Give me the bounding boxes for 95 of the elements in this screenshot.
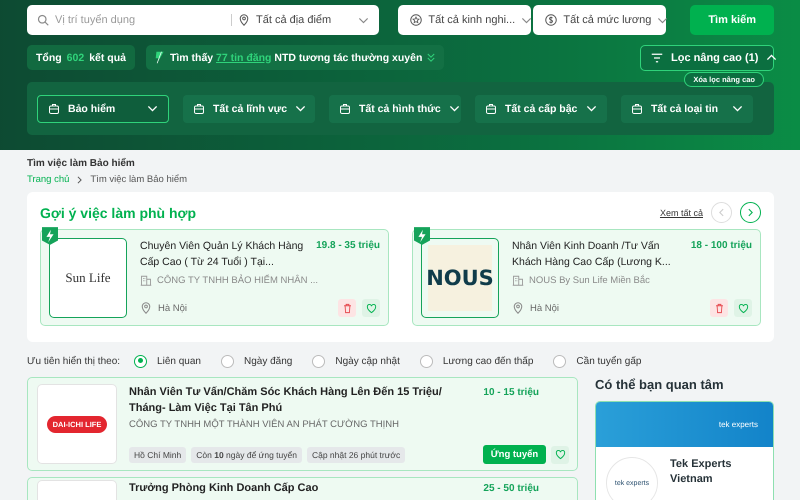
company-name: NOUS By Sun Life Miền Bắc bbox=[529, 274, 650, 286]
category-icon bbox=[193, 102, 205, 114]
sort-option[interactable]: Cần tuyển gấp bbox=[553, 354, 642, 368]
job-card[interactable] bbox=[27, 377, 578, 471]
category-icon bbox=[485, 102, 497, 114]
radio-button[interactable] bbox=[134, 354, 148, 368]
trash-icon bbox=[342, 302, 352, 314]
favorite-button[interactable] bbox=[734, 299, 752, 317]
radio-button[interactable] bbox=[220, 354, 234, 368]
heart-icon bbox=[554, 449, 566, 460]
company-logo: Sun Life bbox=[49, 238, 127, 318]
company-name: CÔNG TY TNHH BẢO HIỂM NHÂN ... bbox=[157, 274, 318, 286]
category-icon bbox=[631, 102, 643, 114]
job-title[interactable]: Nhân Viên Tư Vấn/Chăm Sóc Khách Hàng Lên Đến 15 Triệu/ Tháng- Làm Việc Tại Tân Phú bbox=[129, 384, 464, 416]
chevron-up-icon bbox=[766, 54, 778, 61]
chevron-down-icon bbox=[586, 105, 597, 112]
logo-text: tek experts bbox=[718, 420, 758, 429]
sort-option[interactable]: Lương cao đến thấp bbox=[420, 354, 534, 368]
location: Hà Nội bbox=[158, 302, 188, 314]
lightning-icon bbox=[154, 50, 165, 65]
job-card[interactable]: Trưởng Phòng Kinh Doanh Cấp Cao 25 - 50 triệu bbox=[27, 477, 578, 500]
previous-button[interactable] bbox=[711, 202, 732, 223]
salary: 25 - 50 triệu bbox=[483, 483, 540, 496]
salary-dropdown[interactable]: Tất cả mức lương bbox=[533, 5, 666, 35]
salary: 18 - 100 triệu bbox=[690, 240, 752, 253]
chevron-down-icon bbox=[657, 16, 668, 24]
advanced-filter-button[interactable]: Lọc nâng cao (1) bbox=[640, 44, 774, 70]
company-name[interactable]: Tek Experts Vietnam bbox=[670, 457, 750, 500]
filter-dropdown[interactable]: Bảo hiểm bbox=[37, 94, 169, 122]
pin-icon bbox=[238, 14, 250, 26]
double-chevron-icon bbox=[427, 52, 436, 62]
sort-option[interactable]: Liên quan bbox=[134, 354, 201, 368]
breadcrumb-current: Tìm việc làm Bảo hiểm bbox=[90, 174, 188, 185]
found-text: Tìm thấy 77 tin đăng NTD tương tác thường xuyên bbox=[170, 52, 422, 64]
sort-option[interactable]: Ngày cập nhật bbox=[312, 354, 400, 368]
pin-icon bbox=[140, 302, 152, 314]
filter-icon bbox=[651, 52, 663, 64]
filter-dropdown[interactable]: Tất cả hình thức bbox=[329, 94, 461, 122]
radio-button[interactable] bbox=[312, 354, 326, 368]
see-all-link[interactable]: Xem tất cả bbox=[660, 208, 703, 218]
trash-icon bbox=[714, 302, 724, 314]
chevron-left-icon bbox=[719, 208, 724, 217]
job-title[interactable]: Chuyên Viên Quản Lý Khách Hàng Cấp Cao ( Từ 24 Tuổi ) Tại... bbox=[140, 238, 308, 270]
job-tag: Còn 10 ngày để ứng tuyển bbox=[191, 446, 302, 462]
chevron-down-icon bbox=[448, 105, 460, 112]
chevron-down-icon bbox=[732, 105, 743, 112]
filter-dropdown[interactable]: Tất cả loại tin bbox=[621, 94, 753, 122]
sort-option[interactable]: Ngày đăng bbox=[220, 354, 292, 368]
position-input[interactable]: Vị trí tuyển dụng bbox=[55, 14, 225, 26]
heart-icon bbox=[738, 302, 748, 314]
location-dropdown[interactable]: Tất cả địa điểm bbox=[238, 14, 370, 26]
next-button[interactable] bbox=[740, 202, 761, 223]
lightning-badge-icon bbox=[414, 227, 430, 245]
delete-button[interactable] bbox=[710, 299, 728, 317]
filter-dropdown[interactable]: Tất cả cấp bậc bbox=[475, 94, 607, 122]
sort-label: Ưu tiên hiển thị theo: bbox=[27, 356, 120, 366]
job-title[interactable]: Nhân Viên Kinh Doanh /Tư Vấn Khách Hàng Cao Cấp (Lương K... bbox=[512, 238, 683, 270]
company-logo: NOUS bbox=[421, 238, 499, 318]
job-title[interactable]: Trưởng Phòng Kinh Doanh Cấp Cao bbox=[129, 480, 464, 496]
building-icon bbox=[512, 274, 524, 286]
job-card[interactable]: NOUS Nhân Viên Kinh Doanh /Tư Vấn Khách Hàng Cao Cấp (Lương K... 18 - 100 triệu NOUS By Sun Life Miền Bắc Hà Nội bbox=[412, 229, 761, 326]
experience-dropdown[interactable]: Tất cả kinh nghi... bbox=[398, 5, 532, 35]
location: Hà Nội bbox=[530, 302, 560, 314]
salary: 19.8 - 35 triệu bbox=[316, 240, 380, 253]
chevron-down-icon bbox=[358, 16, 370, 24]
total-results: Tổng 602 kết quả bbox=[27, 45, 135, 70]
page-title: Tìm việc làm Bảo hiểm bbox=[27, 158, 136, 169]
lightning-badge-icon bbox=[42, 227, 58, 245]
radio-button[interactable] bbox=[553, 354, 566, 368]
section-title: Gợi ý việc làm phù hợp bbox=[40, 204, 198, 220]
category-icon bbox=[48, 102, 60, 114]
chevron-down-icon bbox=[295, 105, 306, 112]
job-tag: Hồ Chí Minh bbox=[129, 446, 186, 462]
category-icon bbox=[339, 102, 351, 114]
favorite-button[interactable] bbox=[362, 299, 380, 317]
star-icon bbox=[410, 14, 422, 26]
pin-icon bbox=[512, 302, 524, 314]
dollar-icon bbox=[545, 14, 558, 26]
radio-button[interactable] bbox=[420, 354, 433, 368]
search-icon bbox=[37, 14, 49, 26]
job-tag: Cập nhật 26 phút trước bbox=[306, 446, 406, 462]
chevron-right-icon bbox=[748, 208, 753, 217]
chevron-down-icon bbox=[521, 16, 532, 24]
company-name: CÔNG TY TNHH MỘT THÀNH VIÊN AN PHÁT CƯỜNG THỊNH bbox=[129, 419, 400, 430]
favorite-button[interactable] bbox=[551, 446, 569, 464]
search-bar[interactable]: Vị trí tuyển dụng Tất cả địa điểm bbox=[27, 5, 380, 35]
salary: 10 - 15 triệu bbox=[483, 387, 540, 400]
sidebar-title: Có thể bạn quan tâm bbox=[595, 377, 725, 392]
heart-icon bbox=[366, 302, 376, 314]
job-card[interactable]: Sun Life Chuyên Viên Quản Lý Khách Hàng Cấp Cao ( Từ 24 Tuổi ) Tại... 19.8 - 35 triệu CÔNG TY TNHH BẢO HIỂM NHÂN ... Hà Nội bbox=[40, 229, 389, 326]
delete-button[interactable] bbox=[338, 299, 356, 317]
building-icon bbox=[140, 274, 152, 286]
chevron-right-icon bbox=[77, 176, 82, 184]
filter-dropdown[interactable]: Tất cả lĩnh vực bbox=[183, 94, 315, 122]
chevron-down-icon bbox=[147, 105, 158, 112]
